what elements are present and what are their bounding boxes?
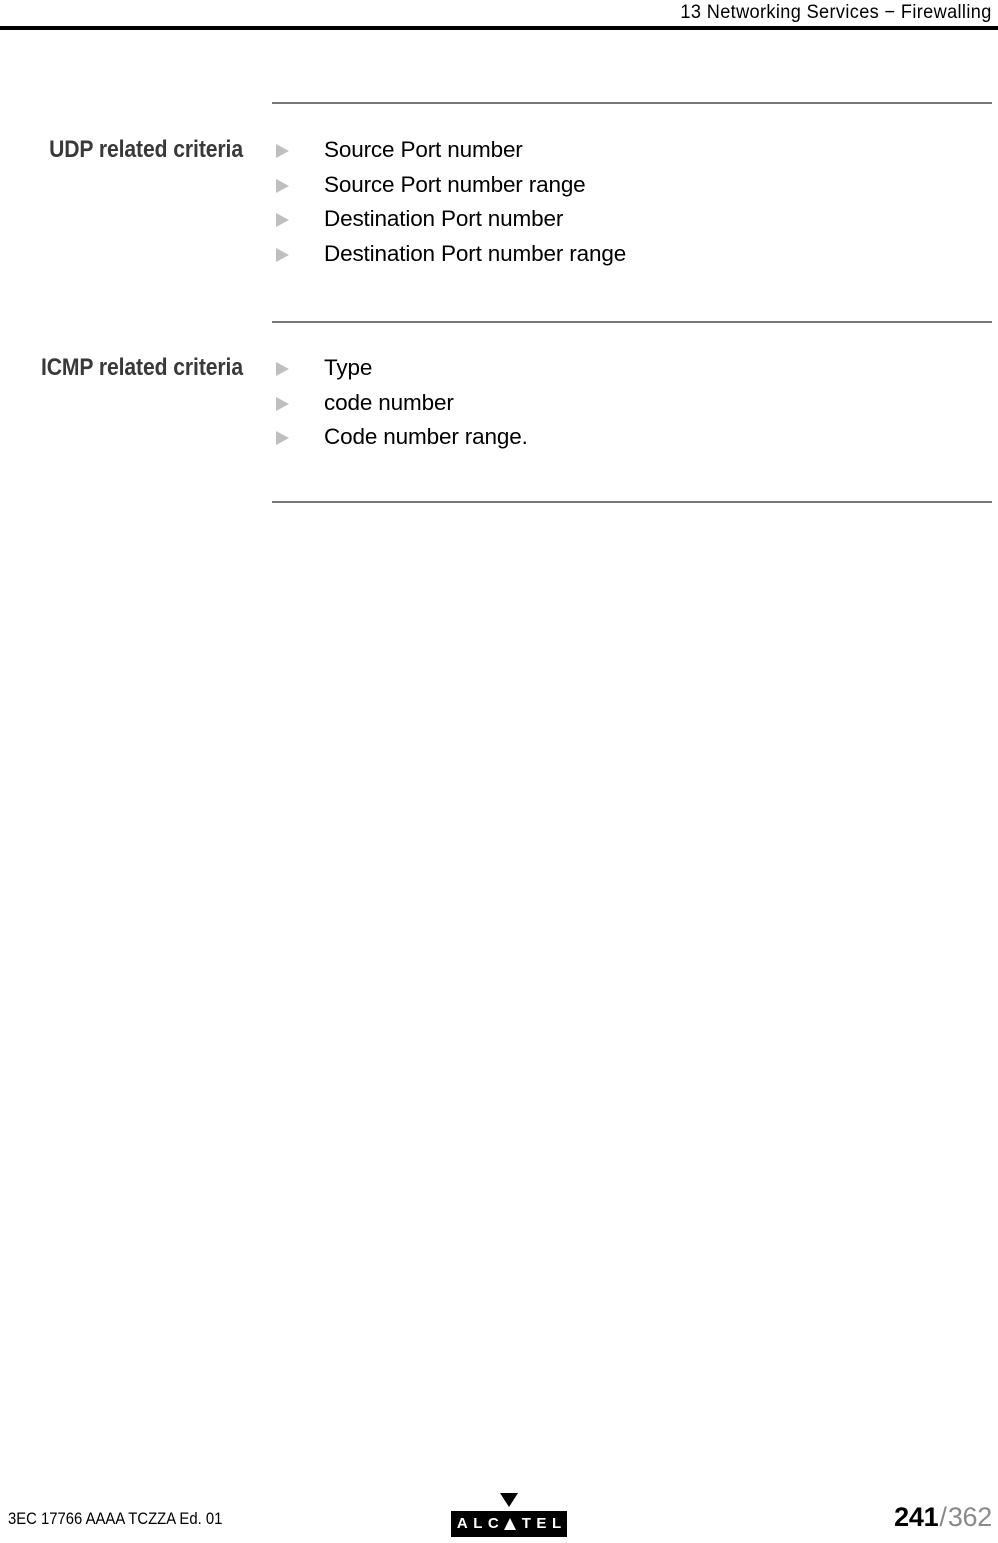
section-divider-top (272, 102, 992, 104)
document-id: 3EC 17766 AAAA TCZZA Ed. 01 (8, 1510, 223, 1528)
triangle-bullet-icon (276, 213, 289, 227)
logo-letter: A (456, 1515, 468, 1532)
triangle-bullet-icon (276, 247, 289, 262)
logo-letter: L (473, 1515, 483, 1532)
logo-letter: L (551, 1515, 562, 1532)
list-item-label: Source Port number (324, 137, 523, 162)
running-head: 13 Networking Services − Firewalling (680, 1, 992, 23)
list-item-label: Type (324, 355, 373, 380)
page-number-total: 362 (947, 1502, 992, 1532)
section-divider-middle (272, 321, 992, 323)
page-number: 241/362 (894, 1502, 992, 1533)
list-item-label: Source Port number range (324, 171, 586, 197)
logo-letter: C (487, 1515, 499, 1532)
triangle-bullet-icon (276, 362, 289, 376)
list-item-label: Code number range. (324, 424, 528, 449)
list-item: Destination Port number (272, 202, 626, 237)
bullet-list-udp: Source Port number Source Port number ra… (272, 133, 626, 271)
list-item-label: Destination Port number range (324, 240, 627, 266)
logo-letter: T (521, 1515, 531, 1532)
logo-wordmark: A L C T E L (451, 1511, 567, 1537)
list-item: Source Port number (272, 133, 626, 168)
section-heading-udp: UDP related criteria (49, 136, 243, 163)
triangle-bullet-icon (276, 431, 289, 445)
list-item-label: code number (324, 389, 454, 415)
header-rule (0, 26, 998, 30)
list-item-label: Destination Port number (324, 206, 564, 231)
list-item: Type (272, 351, 528, 386)
logo-triangle-a-icon (504, 1518, 517, 1530)
document-page: 13 Networking Services − Firewalling UDP… (0, 0, 998, 1543)
page-number-current: 241 (894, 1502, 939, 1532)
alcatel-logo: A L C T E L (451, 1493, 567, 1537)
list-item: Source Port number range (272, 168, 626, 203)
logo-triangle-cap-icon (500, 1493, 518, 1507)
section-divider-bottom (272, 501, 992, 503)
triangle-bullet-icon (276, 144, 289, 158)
bullet-list-icmp: Type code number Code number range. (272, 351, 528, 455)
logo-letter: E (536, 1515, 547, 1532)
page-number-separator: / (939, 1502, 947, 1532)
list-item: Code number range. (272, 420, 528, 455)
triangle-bullet-icon (276, 396, 289, 411)
page-footer: 3EC 17766 AAAA TCZZA Ed. 01 A L C T E L … (0, 1473, 998, 1543)
list-item: Destination Port number range (272, 237, 626, 272)
list-item: code number (272, 386, 528, 421)
section-heading-icmp: ICMP related criteria (40, 354, 244, 381)
triangle-bullet-icon (276, 178, 289, 193)
